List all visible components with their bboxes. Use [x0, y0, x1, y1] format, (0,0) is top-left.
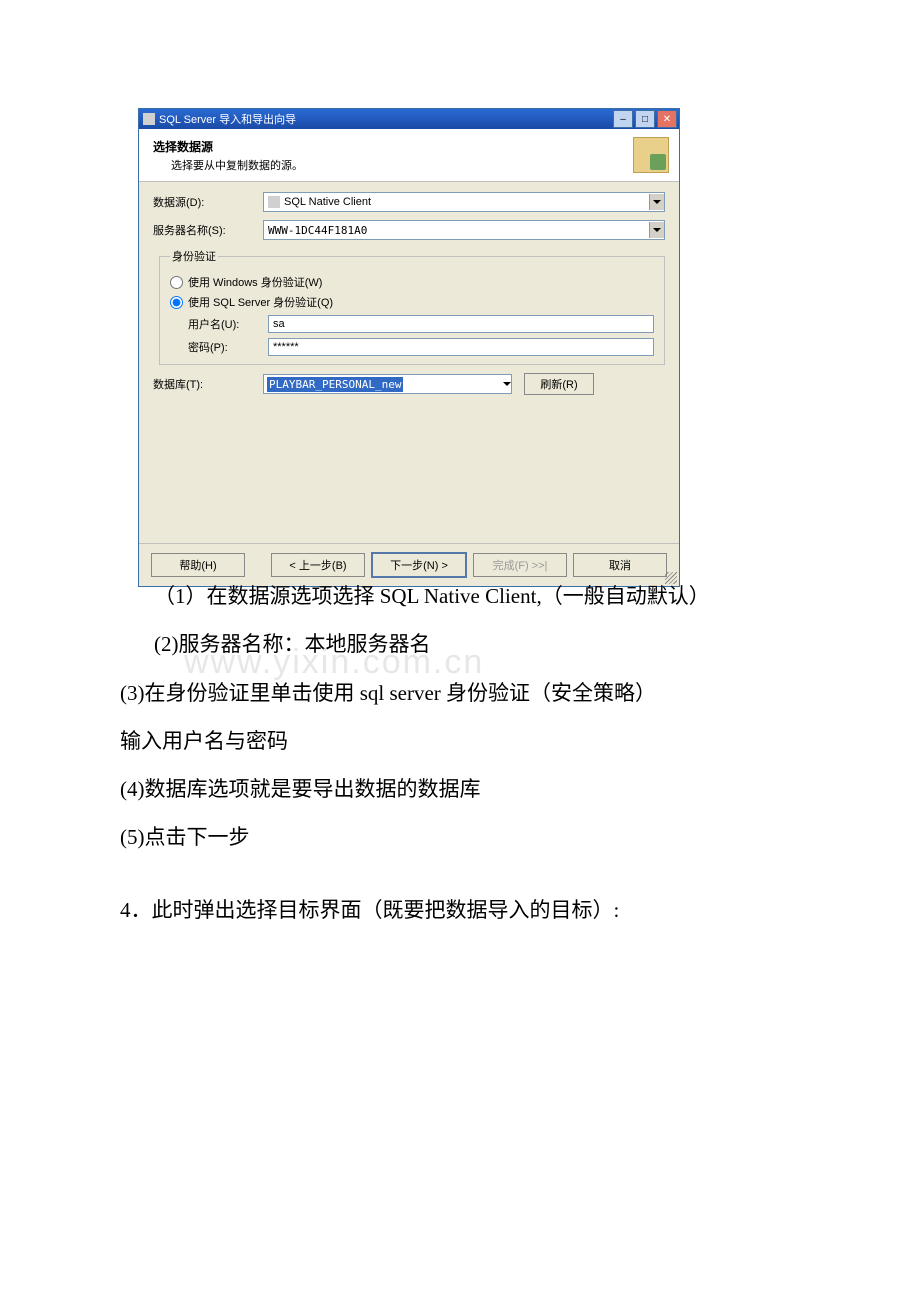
- doc-line-3: (3)在身份验证里单击使用 sql server 身份验证（安全策略）: [120, 669, 800, 717]
- auth-group: 身份验证 使用 Windows 身份验证(W) 使用 SQL Server 身份…: [159, 248, 665, 365]
- password-input[interactable]: [268, 338, 654, 356]
- refresh-button[interactable]: 刷新(R): [524, 373, 594, 395]
- chevron-down-icon[interactable]: [649, 222, 664, 238]
- chevron-down-icon[interactable]: [649, 194, 664, 210]
- document-body: （1）在数据源选项选择 SQL Native Client,（一般自动默认） w…: [120, 572, 800, 934]
- doc-line-6: (5)点击下一步: [120, 813, 800, 861]
- datasource-value: SQL Native Client: [284, 196, 371, 208]
- auth-legend: 身份验证: [170, 248, 218, 264]
- wizard-header: 选择数据源 选择要从中复制数据的源。: [139, 129, 679, 182]
- sql-auth-label: 使用 SQL Server 身份验证(Q): [188, 294, 333, 310]
- maximize-button[interactable]: □: [635, 110, 655, 128]
- doc-line-5: (4)数据库选项就是要导出数据的数据库: [120, 765, 800, 813]
- database-label: 数据库(T):: [153, 376, 263, 392]
- password-label: 密码(P):: [188, 339, 268, 355]
- datasource-label: 数据源(D):: [153, 194, 263, 210]
- server-name-label: 服务器名称(S):: [153, 222, 263, 238]
- doc-line-7: 4．此时弹出选择目标界面（既要把数据导入的目标）:: [120, 886, 800, 934]
- database-value: PLAYBAR_PERSONAL_new: [267, 377, 403, 392]
- datasource-combobox[interactable]: SQL Native Client: [263, 192, 665, 212]
- page-title: 选择数据源: [153, 138, 303, 155]
- doc-line-4: 输入用户名与密码: [120, 717, 800, 765]
- database-combobox[interactable]: PLAYBAR_PERSONAL_new: [263, 374, 512, 394]
- windows-auth-radio-input[interactable]: [170, 276, 183, 289]
- windows-auth-label: 使用 Windows 身份验证(W): [188, 274, 322, 290]
- sql-auth-radio[interactable]: 使用 SQL Server 身份验证(Q): [170, 294, 654, 310]
- username-input[interactable]: [268, 315, 654, 333]
- window-title: SQL Server 导入和导出向导: [159, 111, 296, 127]
- windows-auth-radio[interactable]: 使用 Windows 身份验证(W): [170, 274, 654, 290]
- page-subtitle: 选择要从中复制数据的源。: [171, 157, 303, 173]
- minimize-button[interactable]: –: [613, 110, 633, 128]
- username-label: 用户名(U):: [188, 316, 268, 332]
- wizard-icon: [633, 137, 669, 173]
- doc-line-1: （1）在数据源选项选择 SQL Native Client,（一般自动默认）: [154, 572, 800, 620]
- app-icon: [143, 113, 155, 125]
- chevron-down-icon[interactable]: [503, 378, 511, 391]
- db-icon: [268, 196, 280, 208]
- sql-auth-radio-input[interactable]: [170, 296, 183, 309]
- titlebar[interactable]: SQL Server 导入和导出向导 – □ ✕: [139, 109, 679, 129]
- doc-line-2: www.yixin.com.cn (2)服务器名称：本地服务器名: [154, 620, 800, 668]
- sql-import-export-wizard-dialog: SQL Server 导入和导出向导 – □ ✕ 选择数据源 选择要从中复制数据…: [138, 108, 680, 587]
- server-name-combobox[interactable]: WWW-1DC44F181A0: [263, 220, 665, 240]
- close-button[interactable]: ✕: [657, 110, 677, 128]
- server-name-value: WWW-1DC44F181A0: [268, 224, 367, 237]
